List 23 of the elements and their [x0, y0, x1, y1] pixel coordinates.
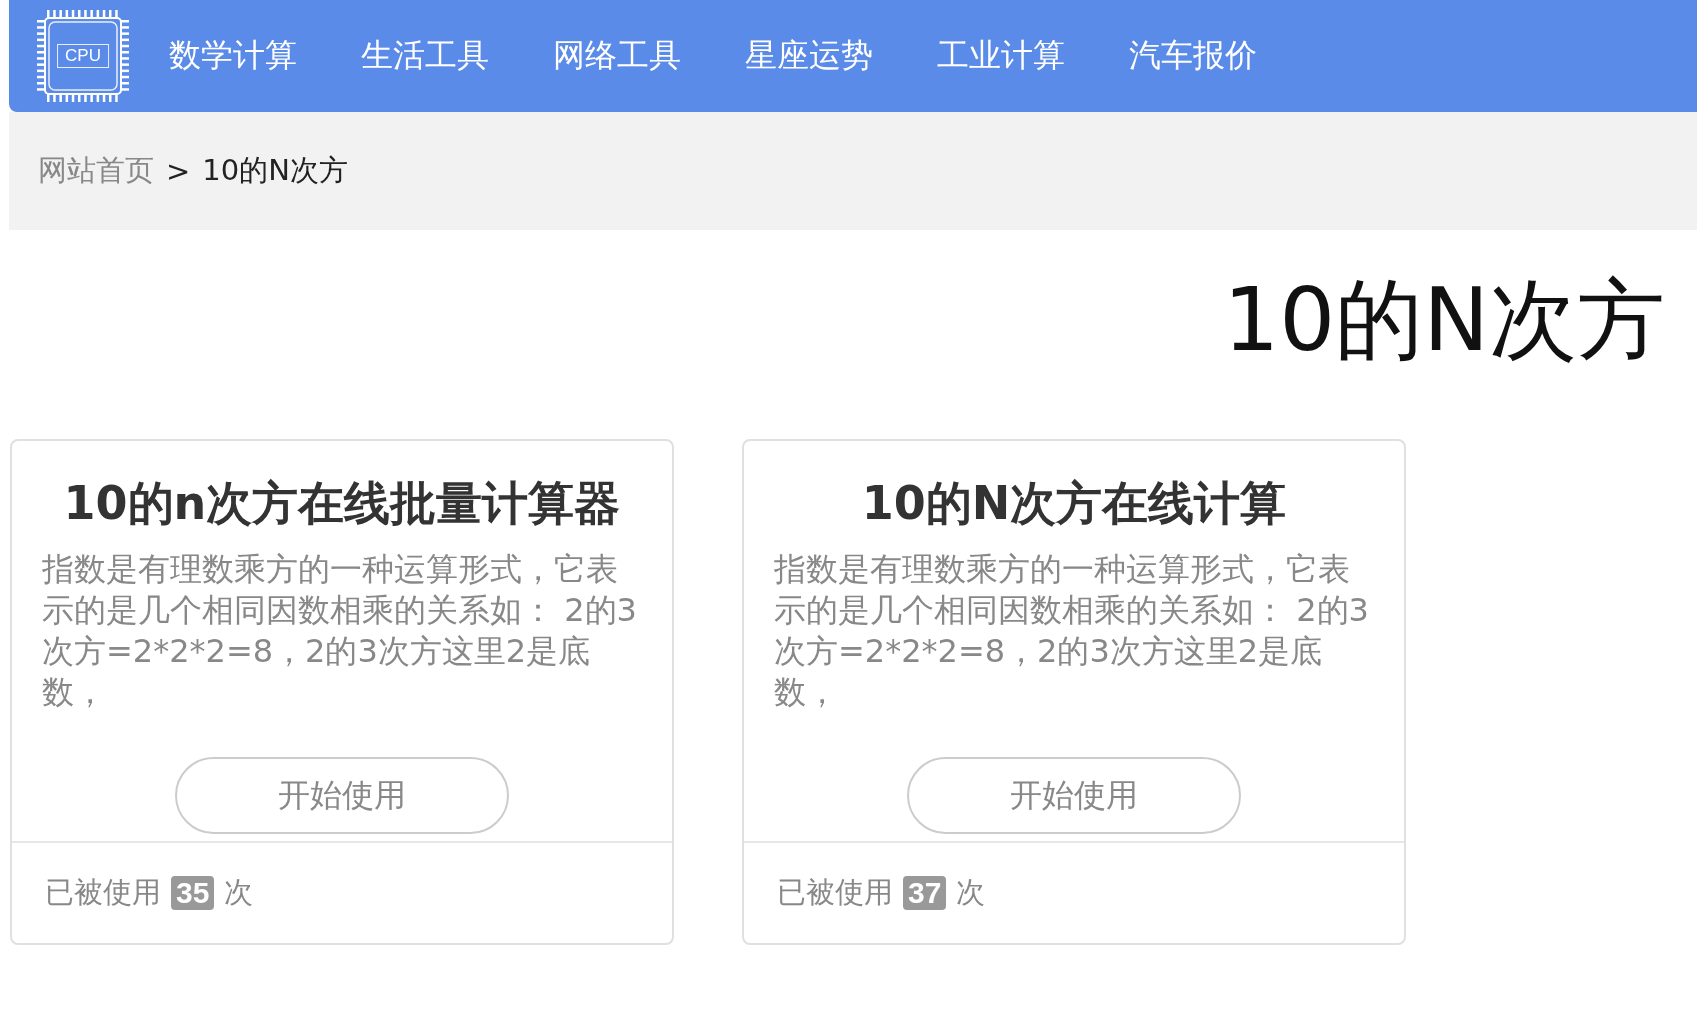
usage-count: 35: [171, 876, 215, 910]
logo-text: CPU: [57, 44, 109, 68]
start-button[interactable]: 开始使用: [175, 757, 509, 834]
card-description: 指数是有理数乘方的一种运算形式，它表示的是几个相同因数相乘的关系如： 2的3次方=2*2*2=8，2的3次方这里2是底数，: [774, 549, 1370, 713]
start-button[interactable]: 开始使用: [907, 757, 1241, 834]
breadcrumb-home-link[interactable]: 网站首页: [38, 151, 154, 191]
usage-unit: 次: [956, 874, 986, 911]
card-title: 10的n次方在线批量计算器: [63, 475, 621, 532]
nav-link[interactable]: 星座运势: [745, 34, 873, 78]
nav-link[interactable]: 数学计算: [169, 34, 297, 78]
nav-link[interactable]: 生活工具: [361, 34, 489, 78]
usage-count: 37: [903, 876, 947, 910]
card-description: 指数是有理数乘方的一种运算形式，它表示的是几个相同因数相乘的关系如： 2的3次方=2*2*2=8，2的3次方这里2是底数，: [42, 549, 638, 713]
card-title: 10的N次方在线计算: [861, 475, 1287, 532]
breadcrumb-current: 10的N次方: [202, 152, 348, 189]
nav-link[interactable]: 汽车报价: [1129, 34, 1257, 78]
usage-label: 已被使用: [45, 874, 161, 911]
usage-unit: 次: [224, 874, 254, 911]
page-title: 10的N次方: [1222, 267, 1666, 373]
nav-link[interactable]: 网络工具: [553, 34, 681, 78]
breadcrumb-separator: >: [166, 154, 191, 188]
nav-link[interactable]: 工业计算: [937, 34, 1065, 78]
usage-label: 已被使用: [777, 874, 893, 911]
